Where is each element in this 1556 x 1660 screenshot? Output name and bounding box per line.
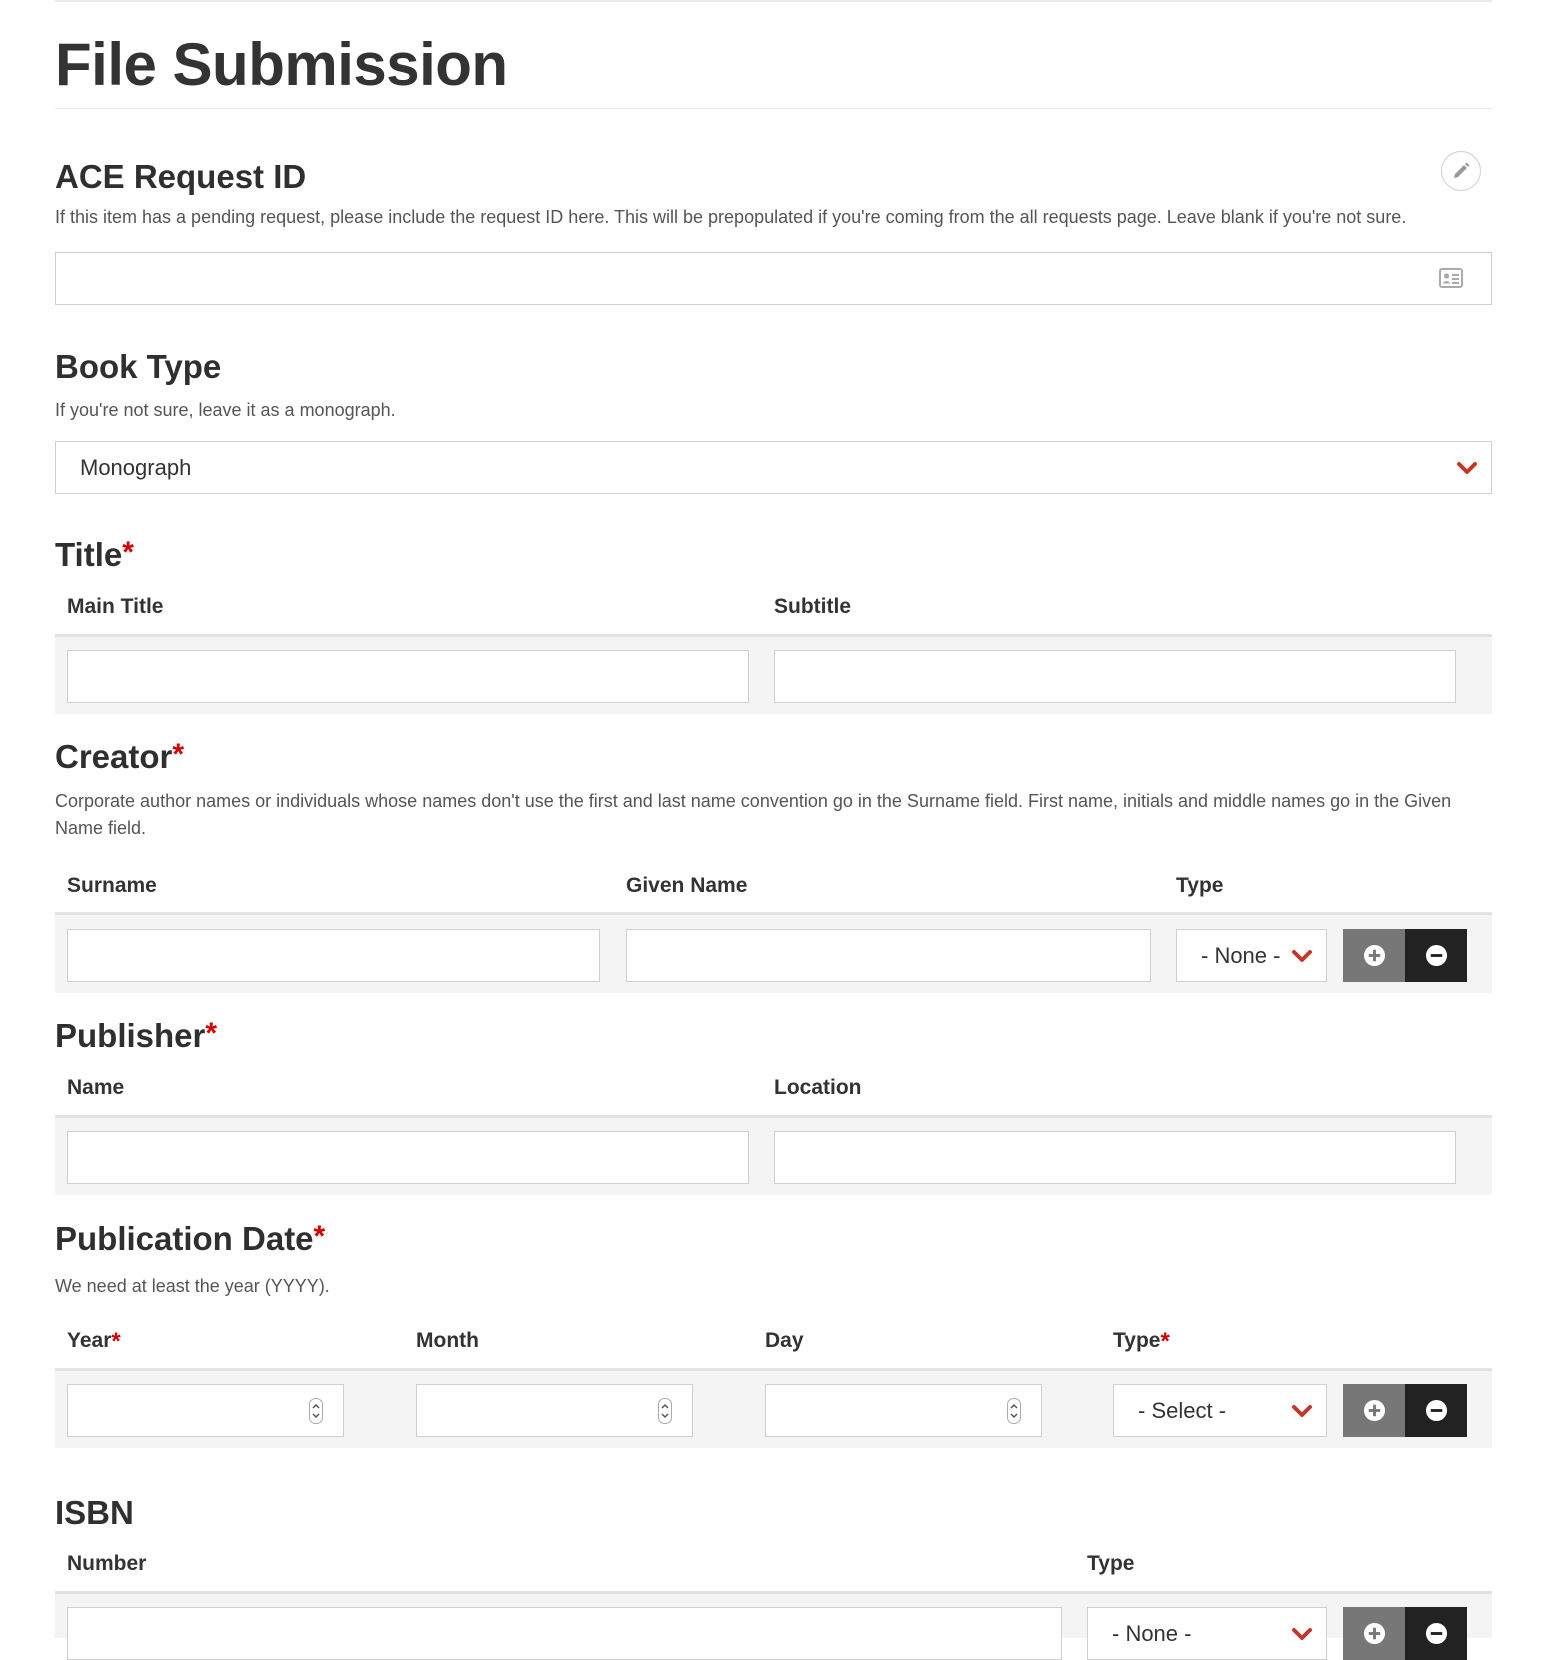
add-creator-button[interactable] — [1343, 929, 1405, 982]
column-year-text: Year — [67, 1329, 112, 1352]
remove-isbn-button[interactable] — [1405, 1607, 1467, 1660]
column-given-name: Given Name — [626, 874, 748, 897]
column-isbn-type: Type — [1087, 1552, 1135, 1575]
ace-request-heading: ACE Request ID — [55, 158, 307, 195]
add-date-button[interactable] — [1343, 1384, 1405, 1437]
surname-input[interactable] — [67, 929, 600, 982]
month-input[interactable] — [416, 1384, 693, 1437]
column-subtitle: Subtitle — [774, 595, 851, 618]
number-spinner-icon[interactable] — [309, 1398, 323, 1424]
book-type-description: If you're not sure, leave it as a monogr… — [55, 400, 396, 420]
minus-circle-icon — [1425, 944, 1448, 967]
publisher-heading-text: Publisher — [55, 1017, 206, 1054]
remove-creator-button[interactable] — [1405, 929, 1467, 982]
creator-heading-text: Creator — [55, 738, 173, 775]
ace-request-description: If this item has a pending request, plea… — [55, 207, 1407, 227]
column-month: Month — [416, 1329, 479, 1352]
column-surname: Surname — [67, 874, 157, 897]
title-heading: Title* — [55, 536, 134, 573]
required-marker: * — [122, 536, 134, 569]
main-title-input[interactable] — [67, 650, 749, 703]
top-divider — [55, 0, 1492, 2]
chevron-down-icon — [1457, 462, 1477, 474]
required-marker: * — [313, 1220, 326, 1253]
creator-type-select[interactable]: - None - — [1176, 929, 1327, 982]
required-marker: * — [205, 1017, 218, 1050]
book-type-select[interactable]: Monograph — [55, 441, 1492, 494]
isbn-type-selected: - None - — [1112, 1621, 1192, 1646]
chevron-down-icon — [1292, 1628, 1312, 1640]
ace-request-input[interactable] — [55, 252, 1492, 305]
column-type: Type — [1176, 874, 1224, 897]
add-isbn-button[interactable] — [1343, 1607, 1405, 1660]
minus-circle-icon — [1425, 1622, 1448, 1645]
day-input[interactable] — [765, 1384, 1042, 1437]
edit-button[interactable] — [1441, 151, 1481, 191]
plus-circle-icon — [1363, 944, 1386, 967]
publisher-heading: Publisher* — [55, 1017, 218, 1054]
book-type-heading: Book Type — [55, 348, 222, 385]
number-spinner-icon[interactable] — [658, 1398, 672, 1424]
required-marker: * — [111, 1328, 121, 1355]
plus-circle-icon — [1363, 1622, 1386, 1645]
isbn-number-input[interactable] — [67, 1607, 1062, 1660]
column-year: Year* — [67, 1330, 121, 1354]
pencil-icon — [1454, 162, 1470, 178]
given-name-input[interactable] — [626, 929, 1151, 982]
creator-description: Corporate author names or individuals wh… — [55, 791, 1452, 838]
required-marker: * — [172, 738, 185, 771]
required-marker: * — [1160, 1328, 1170, 1355]
title-divider — [55, 108, 1492, 109]
column-date-type-text: Type — [1113, 1329, 1161, 1352]
column-date-type: Type* — [1113, 1330, 1170, 1354]
publication-date-heading-text: Publication Date — [55, 1220, 314, 1257]
column-main-title: Main Title — [67, 595, 164, 618]
contact-card-icon — [1439, 268, 1463, 288]
publication-date-heading: Publication Date* — [55, 1220, 326, 1257]
column-publisher-location: Location — [774, 1076, 862, 1099]
publisher-location-input[interactable] — [774, 1131, 1456, 1184]
column-day: Day — [765, 1329, 804, 1352]
subtitle-input[interactable] — [774, 650, 1456, 703]
isbn-heading: ISBN — [55, 1494, 134, 1531]
number-spinner-icon[interactable] — [1007, 1398, 1021, 1424]
chevron-down-icon — [1292, 950, 1312, 962]
book-type-selected: Monograph — [80, 455, 192, 480]
column-isbn-number: Number — [67, 1552, 147, 1575]
minus-circle-icon — [1425, 1399, 1448, 1422]
isbn-type-select[interactable]: - None - — [1087, 1607, 1327, 1660]
page-title: File Submission — [55, 31, 508, 98]
creator-type-selected: - None - — [1201, 943, 1281, 968]
publication-date-description: We need at least the year (YYYY). — [55, 1276, 330, 1296]
chevron-down-icon — [1292, 1405, 1312, 1417]
date-type-select[interactable]: - Select - — [1113, 1384, 1327, 1437]
remove-date-button[interactable] — [1405, 1384, 1467, 1437]
year-input[interactable] — [67, 1384, 344, 1437]
column-publisher-name: Name — [67, 1076, 125, 1099]
date-type-selected: - Select - — [1138, 1398, 1227, 1423]
creator-heading: Creator* — [55, 738, 185, 775]
publisher-name-input[interactable] — [67, 1131, 749, 1184]
title-heading-text: Title — [55, 536, 123, 573]
plus-circle-icon — [1363, 1399, 1386, 1422]
